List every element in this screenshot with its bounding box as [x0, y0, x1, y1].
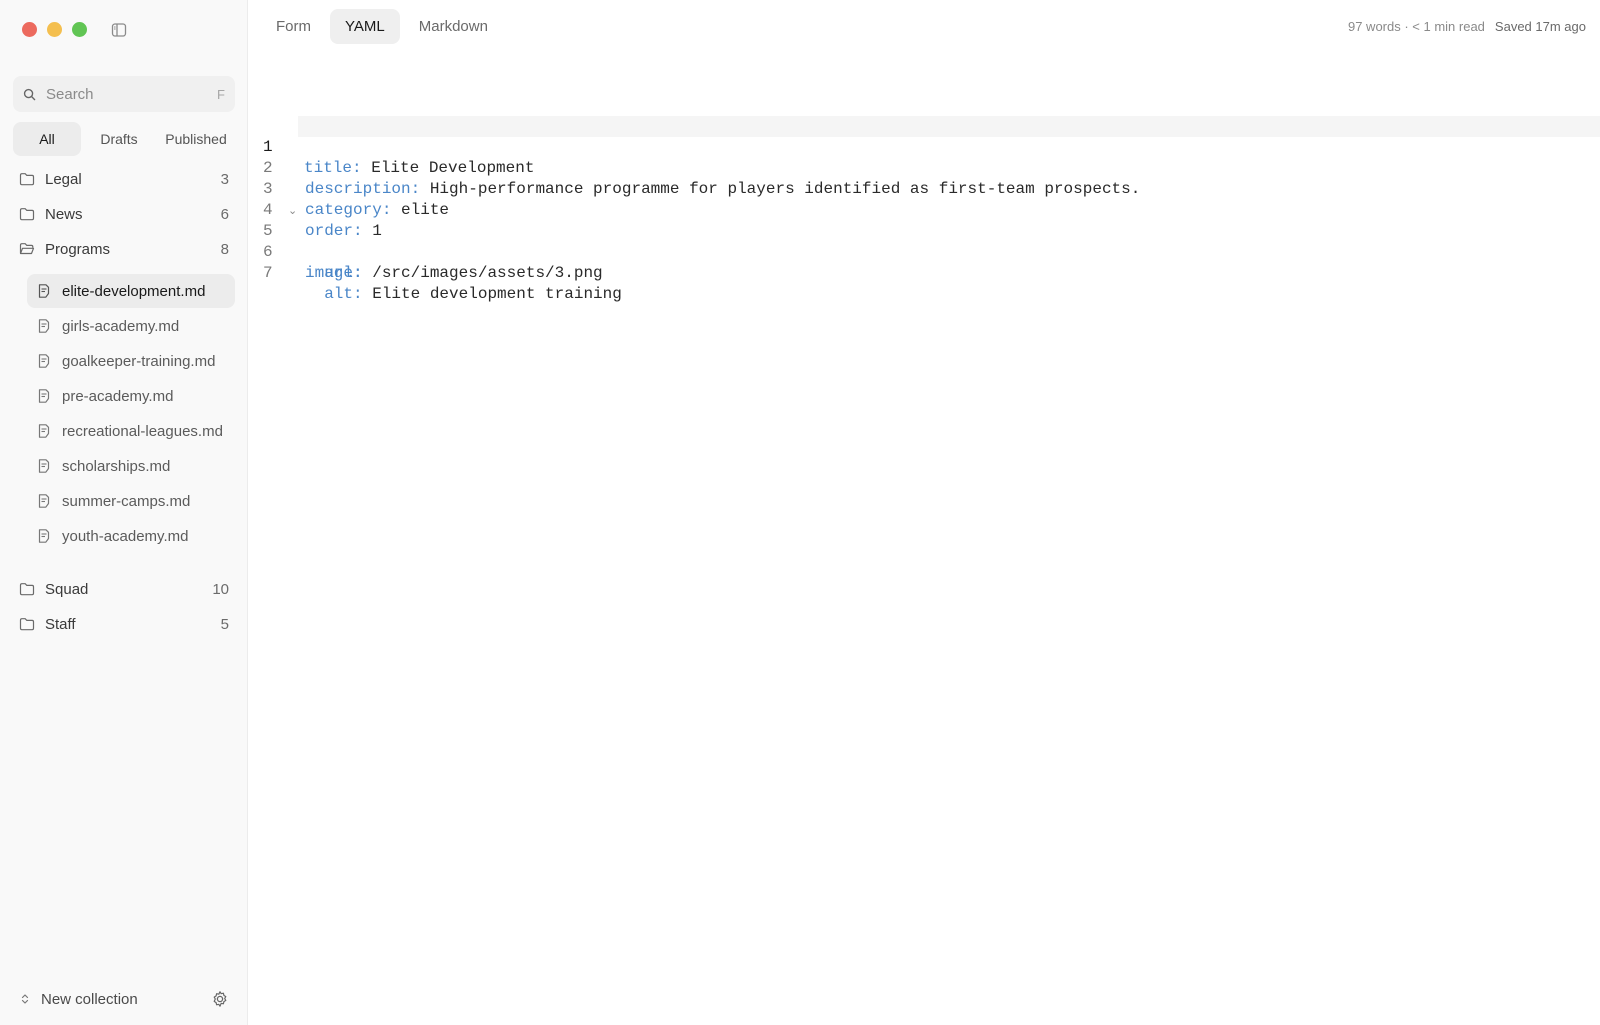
yaml-key: url	[324, 264, 354, 282]
folder-icon	[19, 173, 35, 186]
folder-icon	[19, 618, 35, 631]
code-line[interactable]: 7 alt: Elite development training	[249, 242, 1600, 303]
word-count: 97 words · < 1 min read	[1347, 19, 1485, 34]
tab-form[interactable]: Form	[261, 9, 326, 44]
search-box: F	[13, 76, 235, 112]
code-line[interactable]: 6 url: /src/images/assets/3.png	[249, 221, 1600, 282]
filter-drafts[interactable]: Drafts	[81, 122, 157, 156]
tab-markdown[interactable]: Markdown	[404, 9, 503, 44]
file-item-elite-development[interactable]: elite-development.md	[27, 274, 235, 308]
document-icon	[38, 319, 50, 333]
document-icon	[38, 529, 50, 543]
maximize-window-button[interactable]	[72, 22, 87, 37]
filter-published[interactable]: Published	[157, 122, 235, 156]
yaml-editor[interactable]: 1 title: Elite Development 2 description…	[249, 116, 1600, 303]
document-icon	[38, 284, 50, 298]
document-meta: 97 words · < 1 min read Saved 17m ago	[1348, 19, 1586, 34]
file-label: girls-academy.md	[62, 317, 180, 335]
file-item-goalkeeper-training[interactable]: goalkeeper-training.md	[27, 344, 235, 378]
collection-label: News	[45, 205, 83, 223]
file-label: summer-camps.md	[62, 492, 191, 510]
code-line[interactable]: 1 title: Elite Development	[263, 116, 1600, 177]
file-label: pre-academy.md	[62, 387, 174, 405]
document-icon	[38, 494, 50, 508]
folder-icon	[19, 208, 35, 221]
yaml-value: /src/images/assets/3.png	[372, 264, 603, 282]
status-filter: All Drafts Published	[13, 121, 235, 157]
collection-count: 5	[220, 615, 229, 633]
code-line[interactable]: 4 order: 1	[249, 179, 1600, 240]
sidebar: F All Drafts Published Legal 3 News 6 Pr…	[0, 0, 248, 1025]
folder-open-icon	[19, 243, 35, 255]
collection-label: Legal	[45, 170, 82, 188]
collection-programs[interactable]: Programs 8	[13, 232, 235, 266]
yaml-value: Elite development training	[372, 285, 622, 303]
file-item-scholarships[interactable]: scholarships.md	[27, 449, 235, 483]
collection-legal[interactable]: Legal 3	[13, 162, 235, 196]
search-input[interactable]	[46, 85, 218, 103]
document-icon	[38, 459, 50, 473]
collection-squad[interactable]: Squad 10	[13, 572, 235, 606]
code-line[interactable]: 3 category: elite	[249, 158, 1600, 219]
code-line[interactable]: 5 ⌄ image:	[249, 200, 1600, 282]
close-window-button[interactable]	[22, 22, 37, 37]
file-item-recreational-leagues[interactable]: recreational-leagues.md	[27, 414, 235, 448]
fold-chevron-icon[interactable]: ⌄	[288, 200, 297, 221]
collection-count: 6	[220, 205, 229, 223]
file-label: recreational-leagues.md	[62, 422, 223, 440]
collection-count: 8	[220, 240, 229, 258]
view-tabs: Form YAML Markdown	[261, 9, 503, 44]
file-label: elite-development.md	[62, 282, 206, 300]
collection-staff[interactable]: Staff 5	[13, 607, 235, 641]
window-controls	[22, 22, 87, 37]
line-number: 7	[263, 264, 273, 282]
collection-label: Staff	[45, 615, 76, 633]
collection-count: 3	[220, 170, 229, 188]
file-item-youth-academy[interactable]: youth-academy.md	[27, 519, 235, 553]
file-item-pre-academy[interactable]: pre-academy.md	[27, 379, 235, 413]
document-icon	[38, 424, 50, 438]
tab-yaml[interactable]: YAML	[330, 9, 400, 44]
editor-pane: Form YAML Markdown 97 words · < 1 min re…	[249, 0, 1600, 1025]
document-icon	[38, 389, 50, 403]
chevron-up-down-icon	[21, 994, 29, 1004]
minimize-window-button[interactable]	[47, 22, 62, 37]
yaml-key: alt	[324, 285, 354, 303]
file-item-summer-camps[interactable]: summer-camps.md	[27, 484, 235, 518]
code-line[interactable]: 2 description: High-performance programm…	[249, 137, 1600, 198]
document-icon	[38, 354, 50, 368]
file-label: scholarships.md	[62, 457, 171, 475]
search-icon	[23, 88, 36, 100]
folder-icon	[19, 583, 35, 596]
filter-all[interactable]: All	[13, 122, 81, 156]
file-label: goalkeeper-training.md	[62, 352, 216, 370]
sidebar-footer: New collection	[13, 984, 235, 1014]
collection-news[interactable]: News 6	[13, 197, 235, 231]
collection-count: 10	[212, 580, 229, 598]
file-item-girls-academy[interactable]: girls-academy.md	[27, 309, 235, 343]
collection-label: Programs	[45, 240, 111, 258]
search-shortcut: F	[217, 86, 225, 102]
collection-label: Squad	[45, 580, 89, 598]
new-collection-button[interactable]: New collection	[41, 991, 211, 1008]
file-label: youth-academy.md	[62, 527, 189, 545]
save-status: Saved 17m ago	[1494, 19, 1586, 34]
sidebar-toggle-icon[interactable]	[111, 22, 127, 38]
gear-icon[interactable]	[211, 990, 229, 1008]
